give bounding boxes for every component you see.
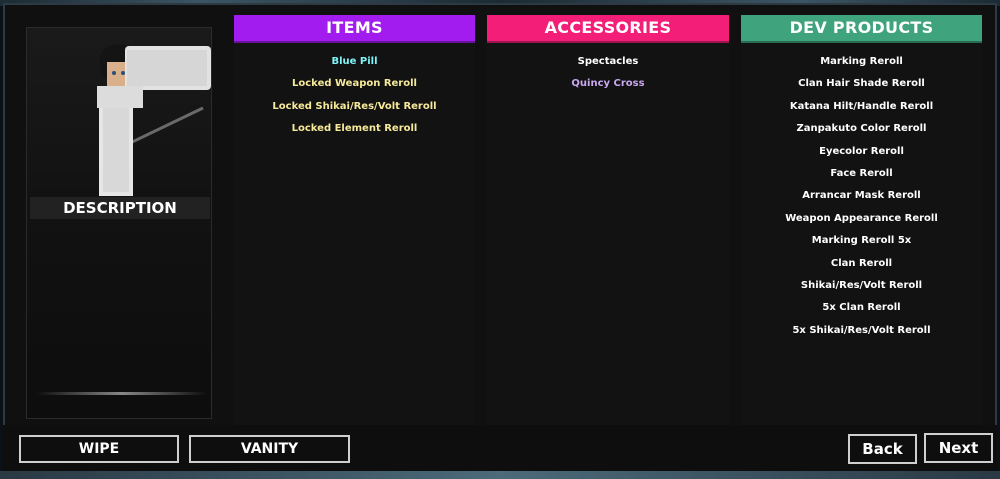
accessories-header: ACCESSORIES	[487, 15, 729, 43]
avatar-preview	[93, 38, 213, 198]
character-preview-panel	[26, 27, 212, 419]
shop-entry[interactable]: Clan Reroll	[741, 253, 982, 275]
shop-entry[interactable]: Spectacles	[487, 51, 729, 73]
preview-divider	[37, 392, 207, 395]
avatar-figure	[97, 44, 211, 196]
shop-entry[interactable]: Quincy Cross	[487, 73, 729, 95]
items-column: ITEMS Blue Pill Locked Weapon Reroll Locke…	[234, 15, 475, 425]
wipe-button[interactable]: WIPE	[19, 435, 179, 463]
shop-entry[interactable]: Clan Hair Shade Reroll	[741, 73, 982, 95]
dev-products-list: Marking Reroll Clan Hair Shade Reroll Kata…	[741, 43, 982, 342]
accessories-list: Spectacles Quincy Cross	[487, 43, 729, 96]
shop-entry[interactable]: 5x Clan Reroll	[741, 297, 982, 319]
dev-products-column: DEV PRODUCTS Marking Reroll Clan Hair Sha…	[741, 15, 982, 425]
shop-entry[interactable]: Locked Shikai/Res/Volt Reroll	[234, 96, 475, 118]
shop-entry[interactable]: Face Reroll	[741, 163, 982, 185]
shop-entry[interactable]: 5x Shikai/Res/Volt Reroll	[741, 320, 982, 342]
shop-entry[interactable]: Eyecolor Reroll	[741, 141, 982, 163]
shop-entry[interactable]: Katana Hilt/Handle Reroll	[741, 96, 982, 118]
dev-products-header: DEV PRODUCTS	[741, 15, 982, 43]
shop-entry[interactable]: Marking Reroll 5x	[741, 230, 982, 252]
back-button[interactable]: Back	[848, 434, 917, 464]
shop-entry[interactable]: Arrancar Mask Reroll	[741, 185, 982, 207]
shop-entry[interactable]: Marking Reroll	[741, 51, 982, 73]
shop-entry[interactable]: Locked Weapon Reroll	[234, 73, 475, 95]
next-button[interactable]: Next	[924, 433, 993, 463]
accessories-column: ACCESSORIES Spectacles Quincy Cross	[487, 15, 729, 425]
vanity-button[interactable]: VANITY	[189, 435, 350, 463]
items-header: ITEMS	[234, 15, 475, 43]
shop-entry[interactable]: Zanpakuto Color Reroll	[741, 118, 982, 140]
items-list: Blue Pill Locked Weapon Reroll Locked Shik…	[234, 43, 475, 141]
shop-entry[interactable]: Blue Pill	[234, 51, 475, 73]
shop-entry[interactable]: Locked Element Reroll	[234, 118, 475, 140]
description-label: DESCRIPTION	[30, 197, 210, 219]
shop-entry[interactable]: Shikai/Res/Volt Reroll	[741, 275, 982, 297]
bottom-border	[0, 471, 1000, 479]
shop-entry[interactable]: Weapon Appearance Reroll	[741, 208, 982, 230]
